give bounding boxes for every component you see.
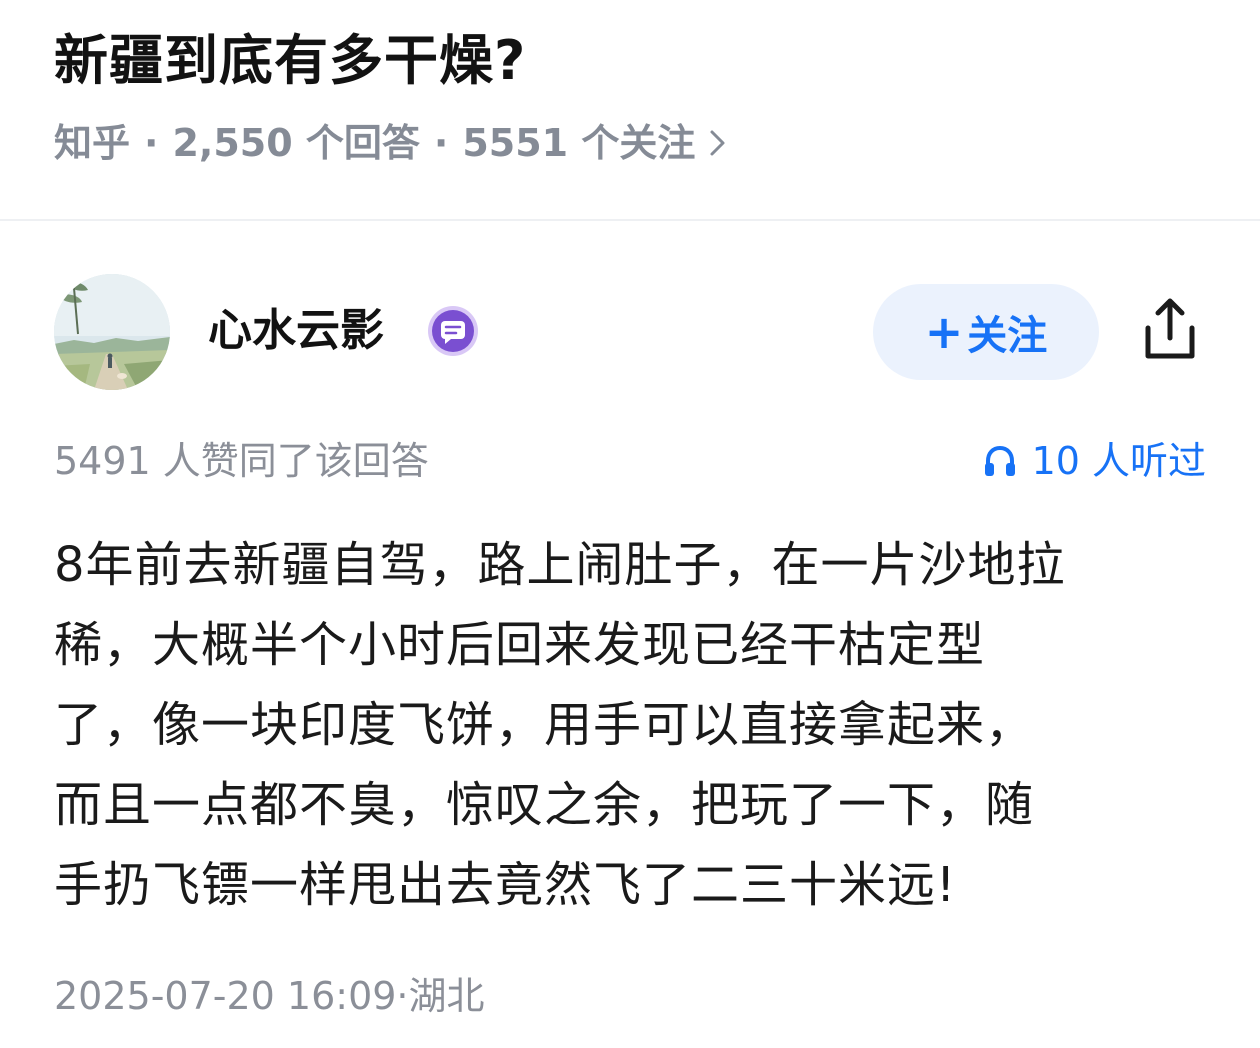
meta-separator: · [433,121,449,165]
answer-line: 8年前去新疆自驾，路上闹肚子，在一片沙地拉 [54,537,1066,593]
answer-line: 稀，大概半个小时后回来发现已经干枯定型 [54,617,986,673]
listen-button[interactable]: 10 人听过 [982,436,1206,486]
upvote-count: 5491 人赞同了该回答 [54,439,429,483]
share-icon[interactable] [1134,294,1206,366]
question-meta[interactable]: 知乎 · 2,550 个回答 · 5551 个关注 [54,118,727,168]
listen-count: 10 人听过 [1031,439,1206,483]
follow-button[interactable]: + 关注 [873,284,1099,380]
stats-row: 5491 人赞同了该回答 10 人听过 [54,436,1206,486]
avatar[interactable] [54,274,170,390]
plus-icon: + [924,305,964,359]
author-name[interactable]: 心水云影 [208,302,384,360]
answer-line: 而且一点都不臭，惊叹之余，把玩了一下，随 [54,777,1035,833]
author-row: 心水云影 + 关注 [0,270,1260,394]
source-label: 知乎 [54,121,131,165]
question-title[interactable]: 新疆到底有多干燥? [54,26,526,96]
answer-count: 2,550 个回答 [172,121,420,165]
message-badge-icon [426,304,480,358]
answer-line: 了，像一块印度飞饼，用手可以直接拿起来， [54,697,1035,753]
answer-timestamp: 2025-07-20 16:09·湖北 [54,974,485,1018]
headphones-icon [984,445,1015,476]
section-divider [0,219,1260,221]
answer-line: 手扔飞镖一样甩出去竟然飞了二三十米远! [54,857,957,913]
follow-label: 关注 [967,313,1048,359]
follower-count: 5551 个关注 [462,121,696,165]
chevron-right-icon [709,128,727,158]
answer-body[interactable]: 8年前去新疆自驾，路上闹肚子，在一片沙地拉 稀，大概半个小时后回来发现已经干枯定… [54,525,1214,925]
meta-separator: · [144,121,159,165]
